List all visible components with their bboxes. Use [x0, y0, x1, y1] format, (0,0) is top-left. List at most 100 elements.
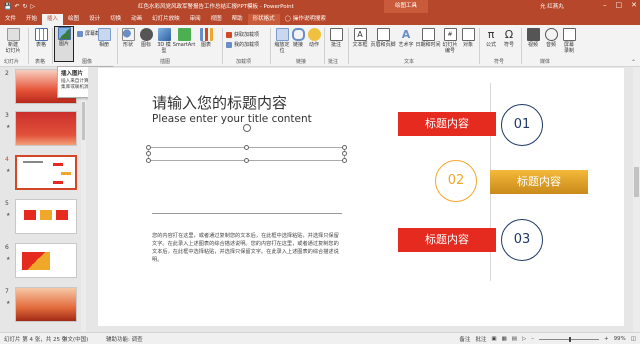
icons-button[interactable]: 图标 [136, 28, 156, 48]
resize-handle[interactable] [244, 145, 249, 150]
resize-handle[interactable] [342, 158, 347, 163]
redo-icon[interactable]: ↻ [23, 3, 28, 10]
tab-animations[interactable]: 动画 [126, 14, 147, 25]
tab-draw[interactable]: 绘图 [63, 14, 84, 25]
chart-button[interactable]: 图表 [196, 28, 216, 48]
zoom-in-icon[interactable]: + [604, 336, 609, 342]
get-addins-button[interactable]: 获取加载项 [226, 31, 259, 38]
shapes-label: 形状 [122, 42, 133, 48]
smartart-button[interactable]: SmartArt [172, 28, 196, 48]
slide-thumbnail[interactable] [15, 287, 77, 322]
thumbnails-scrollbar[interactable] [81, 67, 86, 332]
reading-view-icon[interactable]: ▤ [512, 336, 517, 342]
restore-icon[interactable]: □ [616, 1, 623, 9]
item-2-circle[interactable]: 02 [435, 160, 477, 202]
screen-record-button[interactable]: 屏幕 录制 [559, 28, 579, 54]
thumbnail-row[interactable]: 5 ★ [0, 199, 88, 237]
collapse-ribbon-icon[interactable]: ⌃ [631, 59, 636, 66]
sorter-view-icon[interactable]: ▦ [502, 336, 507, 342]
tab-search[interactable]: ◯ 操作说明搜索 [280, 14, 331, 25]
accessibility-status[interactable]: 辅助功能: 调查 [106, 335, 143, 343]
header-footer-icon [376, 28, 390, 41]
user-name[interactable]: 允 红燕丸 [540, 2, 564, 10]
tab-insert[interactable]: 插入 [42, 14, 64, 25]
zoom-out-icon[interactable]: – [531, 336, 534, 342]
tab-review[interactable]: 审阅 [185, 14, 206, 25]
video-button[interactable]: 视频 [523, 28, 543, 48]
scrollbar-thumb[interactable] [82, 102, 85, 140]
slide-thumbnail[interactable] [15, 199, 77, 234]
thumbnail-row[interactable]: 3 ★ [0, 111, 88, 149]
resize-handle[interactable] [146, 145, 151, 150]
thumbnail-block [22, 252, 50, 270]
audio-button[interactable]: 音频 [541, 28, 561, 48]
slide-canvas[interactable]: 请输入您的标题内容 Please enter your title conten… [98, 68, 624, 326]
tab-home[interactable]: 开始 [21, 14, 42, 25]
date-time-label: 日期和时间 [415, 42, 441, 48]
header-footer-button[interactable]: 页眉和页脚 [370, 28, 396, 48]
item-3-circle[interactable]: 03 [501, 219, 543, 261]
3d-model-button[interactable]: 3D 模型 [154, 28, 174, 54]
chart-icon [199, 28, 213, 41]
save-icon[interactable]: 💾 [4, 3, 11, 10]
slide-thumbnail-active[interactable] [15, 155, 77, 190]
tab-shape-format[interactable]: 形状格式 [247, 14, 280, 25]
start-icon[interactable]: ▷ [31, 3, 36, 10]
close-icon[interactable]: ✕ [631, 1, 637, 9]
item-2-box[interactable]: 标题内容 [490, 170, 588, 194]
tab-view[interactable]: 视图 [206, 14, 227, 25]
undo-icon[interactable]: ↶ [14, 3, 19, 10]
textbox-button[interactable]: A 文本框 [350, 28, 370, 48]
slide-subtitle[interactable]: Please enter your title content [152, 113, 312, 125]
rotate-handle-icon[interactable] [243, 124, 251, 132]
video-icon [526, 28, 540, 41]
language-indicator[interactable]: 中文(中国) [62, 335, 88, 343]
zoom-level[interactable]: 99% [614, 336, 626, 342]
slide-thumbnail[interactable] [15, 243, 77, 278]
resize-handle[interactable] [146, 158, 151, 163]
slideshow-view-icon[interactable]: ▷ [522, 336, 526, 342]
tab-slideshow[interactable]: 幻灯片放映 [147, 14, 185, 25]
item-1-circle[interactable]: 01 [501, 104, 543, 146]
equation-button[interactable]: π 公式 [481, 28, 501, 48]
thumbnail-row[interactable]: 6 ★ [0, 243, 88, 281]
tab-transitions[interactable]: 切换 [105, 14, 126, 25]
zoom-slider[interactable] [538, 336, 599, 342]
shapes-button[interactable]: 形状 [118, 28, 138, 48]
notes-button[interactable]: 备注 [459, 335, 470, 343]
date-time-button[interactable]: 日期和时间 [415, 28, 441, 48]
new-slide-button[interactable]: 新建 幻灯片 [3, 28, 23, 54]
slide-number-button[interactable]: # 幻灯片 编号 [440, 28, 460, 54]
action-button[interactable]: 动作 [304, 28, 324, 48]
resize-handle[interactable] [146, 151, 151, 156]
my-addins-button[interactable]: 我的加载项 [226, 41, 259, 48]
resize-handle[interactable] [342, 151, 347, 156]
wordart-button[interactable]: A 艺术字 [396, 28, 416, 48]
tab-help[interactable]: 帮助 [227, 14, 248, 25]
table-button[interactable]: 表格 [31, 28, 51, 48]
symbol-button[interactable]: Ω 符号 [499, 28, 519, 48]
picture-button[interactable]: 图片 [54, 26, 74, 62]
thumbnail-row[interactable]: 7 ★ [0, 287, 88, 325]
resize-handle[interactable] [244, 158, 249, 163]
item-1-box[interactable]: 标题内容 [398, 112, 496, 136]
object-button[interactable]: 对象 [458, 28, 478, 48]
tab-file[interactable]: 文件 [0, 14, 21, 25]
vertical-scrollbar[interactable] [633, 67, 640, 332]
slide-body-text[interactable]: 您的内容打在这里，或者通过复制您的文本后，在此框中选择粘贴，并选择只保留文字。在… [152, 232, 340, 264]
comment-button[interactable]: 批注 [326, 28, 346, 48]
thumbnail-row[interactable]: 4 ★ [0, 155, 88, 193]
minimize-icon[interactable]: – [603, 1, 607, 9]
normal-view-icon[interactable]: ▣ [491, 336, 496, 342]
item-3-box[interactable]: 标题内容 [398, 228, 496, 252]
tab-design[interactable]: 设计 [84, 14, 105, 25]
fit-slide-icon[interactable]: ◫ [631, 336, 636, 342]
slide-title[interactable]: 请输入您的标题内容 [152, 92, 287, 113]
album-button[interactable]: 相册 [94, 28, 114, 48]
comments-button[interactable]: 批注 [475, 335, 486, 343]
resize-handle[interactable] [342, 145, 347, 150]
group-separator [222, 28, 223, 64]
slide-thumbnail[interactable] [15, 111, 77, 146]
zoom-slider-knob[interactable] [568, 336, 571, 342]
scrollbar-thumb[interactable] [634, 167, 639, 197]
